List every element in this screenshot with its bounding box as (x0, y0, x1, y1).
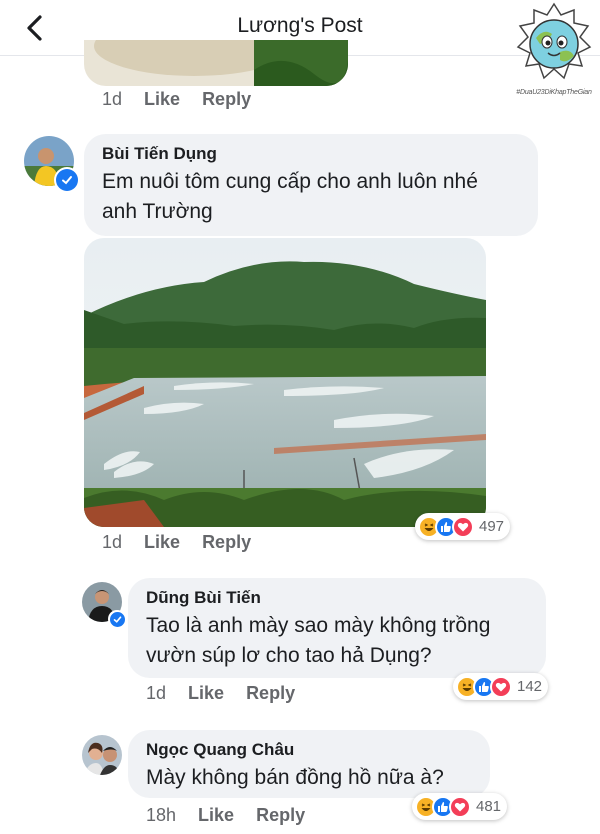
reaction-summary[interactable]: 481 (412, 793, 508, 820)
reply-button[interactable]: Reply (246, 683, 295, 704)
reply-bubble[interactable]: Dũng Bùi Tiến Tao là anh mày sao mày khô… (128, 578, 546, 678)
comment-text: Mày không bán đồng hồ nữa à? (146, 766, 444, 789)
comment-time: 1d (102, 89, 123, 109)
love-icon (490, 675, 512, 698)
like-button[interactable]: Like (144, 532, 180, 553)
comment-bubble[interactable]: Bùi Tiến Dụng Em nuôi tôm cung cấp cho a… (84, 134, 538, 236)
love-icon (452, 515, 474, 538)
commenter-name[interactable]: Bùi Tiến Dụng (102, 144, 520, 164)
page-title: Lương's Post (237, 14, 363, 37)
like-button[interactable]: Like (144, 89, 180, 110)
verified-badge-icon (108, 610, 126, 628)
comment-actions: 18h Like Reply (146, 805, 305, 826)
reply-button[interactable]: Reply (202, 89, 251, 110)
reply-button[interactable]: Reply (256, 805, 305, 826)
comment-time: 1d (146, 683, 167, 703)
love-icon (449, 795, 471, 818)
logo-hashtag: #DuaU23DiKhapTheGian (516, 89, 592, 96)
like-button[interactable]: Like (198, 805, 234, 826)
comment-actions: 1d Like Reply (146, 683, 295, 704)
reply-bubble[interactable]: Ngọc Quang Châu Mày không bán đồng hồ nữ… (128, 730, 490, 798)
u23-globe-logo: #DuaU23DiKhapTheGian (512, 2, 596, 102)
reply-button[interactable]: Reply (202, 532, 251, 553)
comment-actions: 1d Like Reply (102, 532, 251, 553)
avatar[interactable] (82, 735, 122, 775)
globe-mascot-icon (516, 2, 592, 80)
comment-text: Tao là anh mày sao mày không trồng (146, 614, 491, 637)
previous-comment-actions: 1d Like Reply (102, 89, 251, 110)
comment-time: 18h (146, 805, 177, 825)
commenter-name[interactable]: Dũng Bùi Tiến (146, 588, 528, 608)
reaction-summary[interactable]: 142 (453, 673, 549, 700)
commenter-name[interactable]: Ngọc Quang Châu (146, 740, 472, 760)
reaction-summary[interactable]: 497 (415, 513, 511, 540)
verified-badge-icon (54, 167, 80, 193)
like-button[interactable]: Like (188, 683, 224, 704)
previous-comment-image[interactable] (84, 40, 348, 86)
comment-text: anh Trường (102, 200, 213, 223)
comment-text: vườn súp lơ cho tao hả Dụng? (146, 644, 432, 667)
reaction-count: 481 (476, 798, 502, 815)
comment-text: Em nuôi tôm cung cấp cho anh luôn nhé (102, 170, 478, 193)
comment-time: 1d (102, 532, 123, 552)
reaction-count: 142 (517, 678, 543, 695)
comment-photo[interactable] (84, 238, 486, 527)
reaction-count: 497 (479, 518, 505, 535)
